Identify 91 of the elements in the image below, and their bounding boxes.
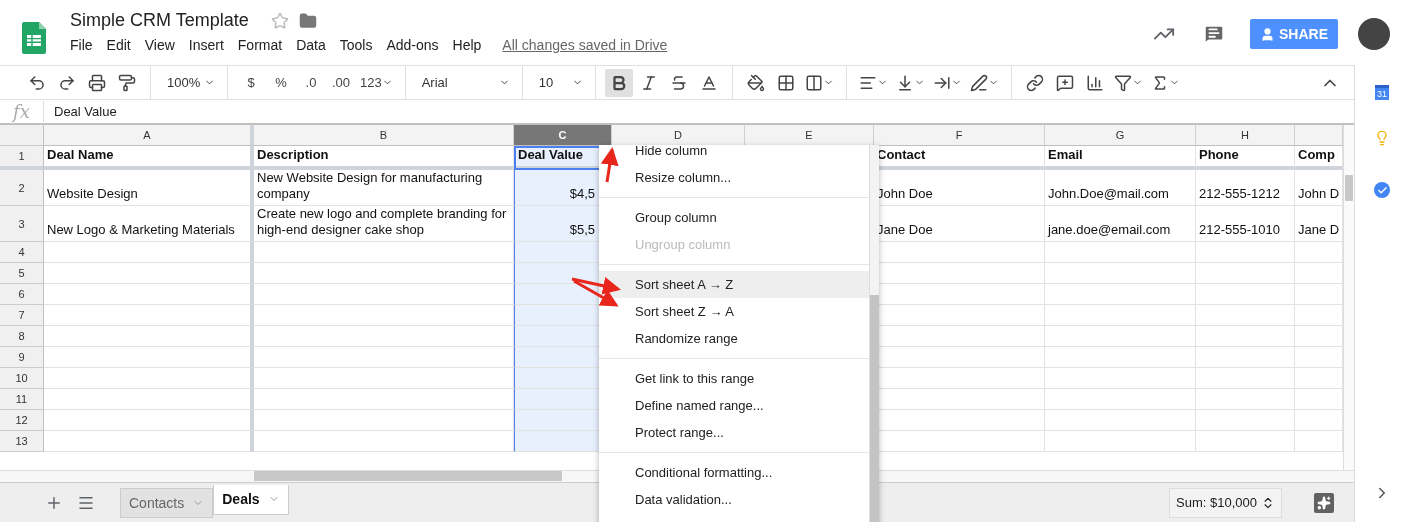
table-cell: 212-555-1212 [1196,170,1295,206]
table-cell [1295,431,1343,452]
table-cell: New Website Design for manufacturing company [254,170,514,206]
table-cell [1295,368,1343,389]
column-header[interactable]: C [514,125,612,146]
menu-item[interactable]: Randomize range [599,325,869,352]
row-number: 8 [0,326,44,347]
menu-item[interactable]: Help [445,37,489,53]
percent-button[interactable]: % [267,68,295,97]
menu-item[interactable]: Define named range... [599,392,869,419]
up-down-icon [1261,495,1275,510]
row-number: 12 [0,410,44,431]
menu-item[interactable]: File [70,37,100,53]
column-header[interactable]: F [874,125,1045,146]
table-cell [1295,326,1343,347]
sheets-logo-icon [22,22,46,54]
column-header[interactable]: E [745,125,874,146]
filter-icon [1113,73,1132,92]
menu-item[interactable]: Protect range... [599,419,869,446]
row-number: 4 [0,242,44,263]
font-dropdown[interactable]: Arial [413,68,514,97]
column-header[interactable]: B [254,125,514,146]
row-number: 9 [0,347,44,368]
folder-icon[interactable] [298,11,317,30]
document-title: Simple CRM Template [70,10,249,31]
menu-item[interactable]: Edit [99,37,138,53]
formats-dropdown[interactable]: 123 [357,68,396,97]
sum-dropdown[interactable]: Sum: $10,000 [1169,487,1282,518]
menu-item[interactable]: Tools [332,37,380,53]
bold-icon[interactable] [604,68,633,97]
font-size-dropdown[interactable]: 10 [530,68,587,97]
table-cell [1295,410,1343,431]
avatar [1358,18,1390,50]
formula-field[interactable]: Deal Value [44,104,117,119]
row-number: 11 [0,389,44,410]
table-cell [1295,305,1343,326]
zoom-dropdown[interactable]: 100% [159,68,219,97]
row-number: 13 [0,431,44,452]
menu-item[interactable]: Data [289,37,333,53]
table-cell: Email [1045,146,1196,170]
row-number: 2 [0,170,44,206]
table-cell [1295,389,1343,410]
increase-decimals-button[interactable]: .00 [327,68,355,97]
column-header[interactable]: D [612,125,745,146]
explore-icon[interactable] [1314,492,1334,513]
sheet-tab[interactable]: Contacts [120,487,214,518]
merge-cells-icon [804,73,823,92]
table-cell: Comp [1295,146,1343,170]
save-status-link[interactable]: All changes saved in Drive [502,37,668,53]
menu-item[interactable]: View [137,37,182,53]
annotation-arrow [600,147,619,183]
menu-item[interactable]: Get link to this range [599,365,869,392]
table-cell [1295,263,1343,284]
table-cell: New Logo & Marketing Materials [44,206,254,242]
table-cell [1295,242,1343,263]
calendar-icon[interactable]: 31 [1375,85,1389,100]
menu-item[interactable]: Insert [181,37,231,53]
row-number: 5 [0,263,44,284]
person-icon [1260,26,1275,42]
row-number: 10 [0,368,44,389]
menu-item[interactable]: Conditional formatting... [599,459,869,486]
table-cell: John D [1295,170,1343,206]
pen-icon [969,73,988,92]
column-header[interactable]: A [44,125,254,146]
row-number: 7 [0,305,44,326]
row-number: 3 [0,206,44,242]
formula-label: fx [0,101,44,122]
menu-item[interactable]: Sort sheet A → Z [599,271,869,298]
table-cell [1295,347,1343,368]
star-icon[interactable] [270,11,289,30]
column-header[interactable]: G [1045,125,1196,146]
decrease-decimals-button[interactable]: .0 [297,68,325,97]
sheet-tab[interactable]: Deals [213,484,289,515]
table-cell: Jane D [1295,206,1343,242]
menu-item[interactable]: Sort sheet Z → A [599,298,869,325]
row-number: 6 [0,284,44,305]
column-header[interactable]: H [1196,125,1295,146]
menu-item[interactable]: Data validation... [599,486,869,513]
currency-button[interactable]: $ [237,68,265,97]
row-number: 1 [0,146,44,170]
table-cell: Create new logo and complete branding for high-end designer cake shop [254,206,514,242]
table-cell: Phone [1196,146,1295,170]
menu-item[interactable]: Format [230,37,290,53]
table-cell: Description [254,146,514,170]
table-cell [1295,284,1343,305]
table-cell: jane.doe@email.com [1045,206,1196,242]
table-cell: Deal Name [44,146,254,170]
menu-item[interactable]: Add-ons [379,37,446,53]
table-cell: John.Doe@mail.com [1045,170,1196,206]
table-cell: 212-555-1010 [1196,206,1295,242]
table-cell: Website Design [44,170,254,206]
